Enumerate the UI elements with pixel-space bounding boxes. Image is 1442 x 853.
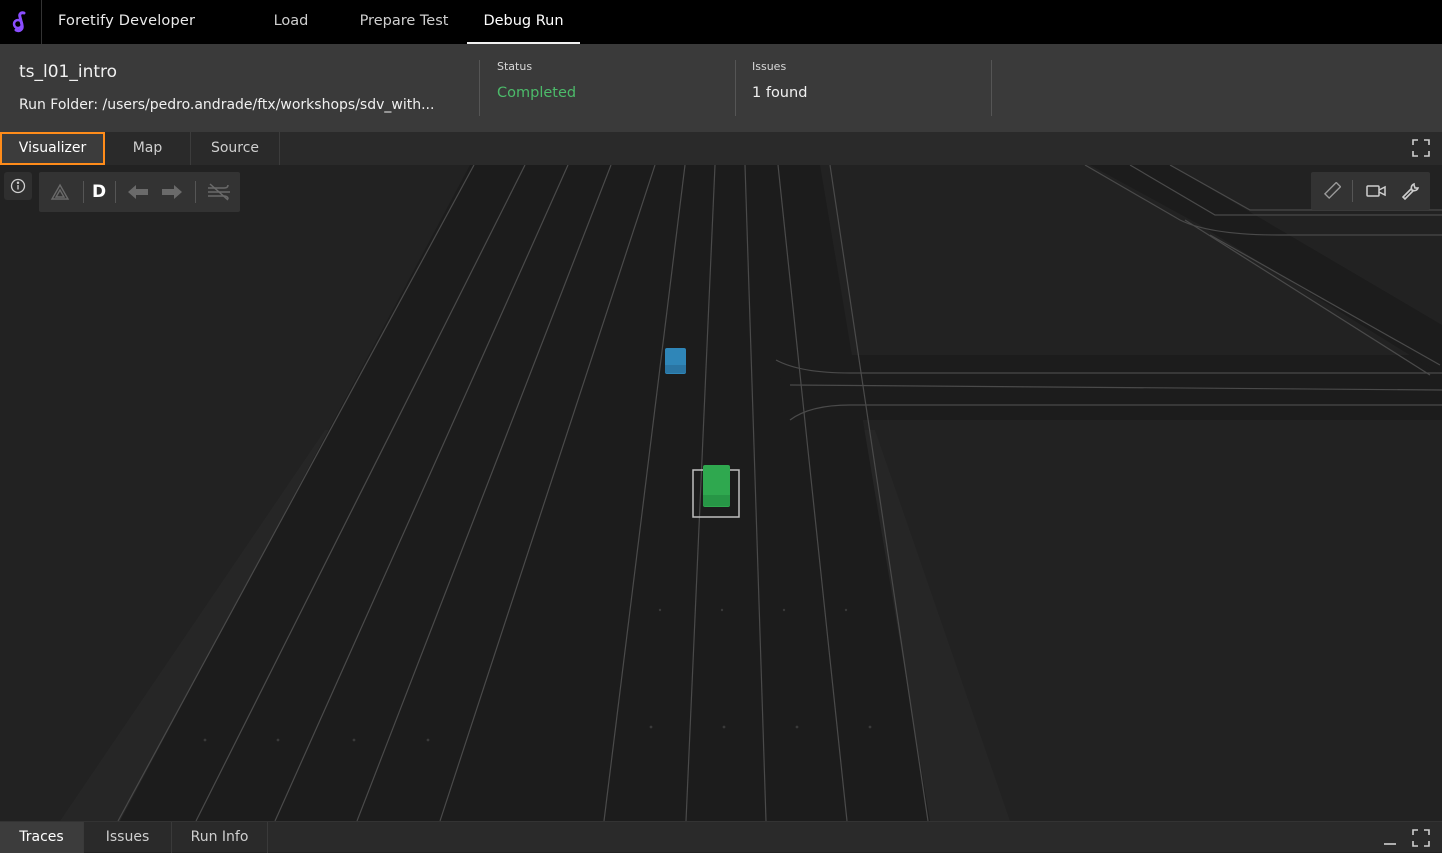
warning-icon[interactable] — [45, 172, 75, 212]
toolbar-separator — [115, 181, 116, 203]
driver-mode-button[interactable]: D — [86, 172, 112, 212]
issues-value[interactable]: 1 found — [752, 85, 807, 101]
playback-toolbar: D — [39, 172, 240, 212]
status-label: Status — [497, 60, 533, 73]
bottom-panel-tabs: Traces Issues Run Info — [0, 821, 1442, 853]
toolbar-separator — [1352, 180, 1353, 202]
app-title: Foretify Developer — [58, 13, 196, 29]
camera-icon[interactable] — [1361, 172, 1391, 210]
nav-tab-load[interactable]: Load — [258, 0, 324, 44]
issues-label: Issues — [752, 60, 787, 73]
tab-issues[interactable]: Issues — [84, 822, 172, 853]
wrench-icon[interactable] — [1396, 172, 1426, 210]
run-header: ts_l01_intro Run Folder: /users/pedro.an… — [0, 44, 1442, 132]
status-value: Completed — [497, 85, 577, 101]
driver-mode-label: D — [91, 182, 107, 202]
tab-run-info[interactable]: Run Info — [172, 822, 268, 853]
divider — [735, 60, 736, 116]
tab-traces[interactable]: Traces — [0, 822, 84, 853]
tab-map[interactable]: Map — [105, 132, 191, 165]
divider — [991, 60, 992, 116]
divider — [479, 60, 480, 116]
arrow-left-icon[interactable] — [125, 172, 151, 212]
fullscreen-icon[interactable] — [1412, 139, 1430, 157]
fullscreen-icon[interactable] — [1412, 829, 1430, 847]
visualizer-canvas[interactable]: D — [0, 165, 1442, 821]
top-nav-bar: Foretify Developer Load Prepare Test Deb… — [0, 0, 1442, 44]
foretify-logo-icon[interactable] — [0, 0, 42, 44]
view-tools-toolbar — [1311, 172, 1430, 210]
run-name: ts_l01_intro — [19, 62, 118, 82]
toolbar-separator — [83, 181, 84, 203]
tab-source[interactable]: Source — [191, 132, 280, 165]
nav-tab-debug-run[interactable]: Debug Run — [467, 0, 580, 44]
other-vehicle[interactable] — [665, 348, 686, 374]
info-icon[interactable] — [4, 172, 32, 200]
tab-visualizer[interactable]: Visualizer — [0, 132, 105, 165]
arrow-right-icon[interactable] — [159, 172, 185, 212]
road-scene — [60, 165, 1442, 821]
ruler-icon[interactable] — [1317, 172, 1347, 210]
run-folder-path: Run Folder: /users/pedro.andrade/ftx/wor… — [19, 97, 435, 113]
minimize-icon[interactable] — [1382, 830, 1398, 846]
wind-icon[interactable] — [203, 172, 235, 212]
nav-tab-prepare-test[interactable]: Prepare Test — [342, 0, 466, 44]
view-tab-bar: Visualizer Map Source — [0, 132, 1442, 165]
toolbar-separator — [195, 181, 196, 203]
